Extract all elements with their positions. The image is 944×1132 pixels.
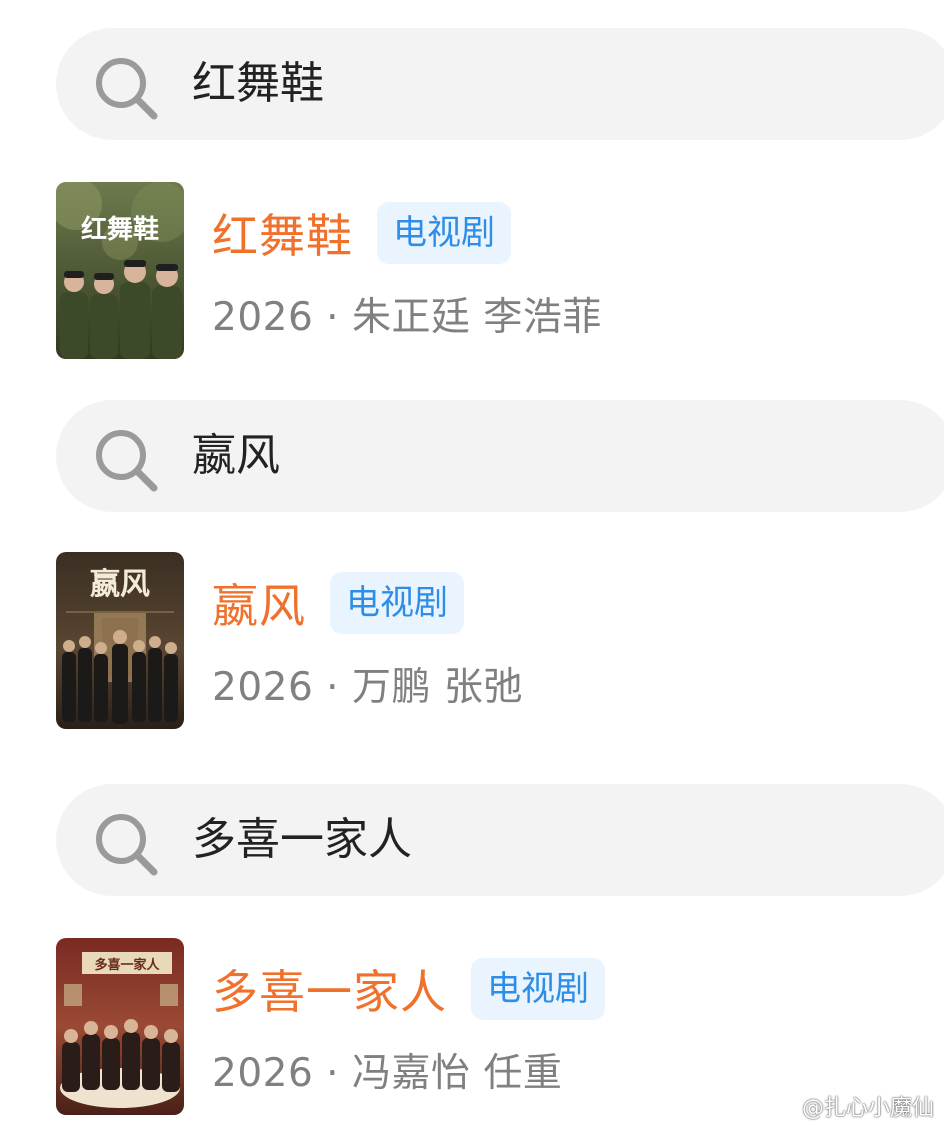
result-item-1[interactable]: 红舞鞋 红舞鞋 电视剧 2026 · 朱正廷 李浩菲 [0,182,944,362]
search-icon [96,814,158,876]
search-bar-2[interactable]: 嬴风 [56,400,944,512]
result-item-2[interactable]: 嬴风 嬴风 电视剧 2026 · 万鹏 张弛 [0,552,944,732]
poster-title-text: 嬴风 [90,567,150,602]
search-query-text: 嬴风 [192,430,280,481]
weibo-icon [768,1097,796,1118]
poster-title-text: 多喜一家人 [94,957,160,973]
poster-image-1[interactable]: 红舞鞋 [56,182,184,359]
watermark: @扎心小魔仙 [768,1090,934,1122]
watermark-text: @扎心小魔仙 [801,1096,934,1121]
result-meta: 2026 · 万鹏 张弛 [212,665,523,710]
poster-image-2[interactable]: 嬴风 [56,552,184,729]
search-bar-3[interactable]: 多喜一家人 [56,784,944,896]
result-title[interactable]: 嬴风 [212,570,306,636]
type-badge: 电视剧 [471,958,605,1020]
result-meta: 2026 · 冯嘉怡 任重 [212,1051,563,1096]
poster-image-3[interactable]: 多喜一家人 [56,938,184,1115]
type-badge: 电视剧 [330,572,464,634]
search-bar-1[interactable]: 红舞鞋 [56,28,944,140]
search-query-text: 多喜一家人 [192,814,412,865]
search-query-text: 红舞鞋 [192,58,324,109]
poster-title-text: 红舞鞋 [81,214,159,245]
search-icon [96,58,158,120]
result-title[interactable]: 红舞鞋 [212,200,353,266]
result-title[interactable]: 多喜一家人 [212,956,447,1022]
result-meta: 2026 · 朱正廷 李浩菲 [212,295,602,340]
type-badge: 电视剧 [377,202,511,264]
search-icon [96,430,158,492]
